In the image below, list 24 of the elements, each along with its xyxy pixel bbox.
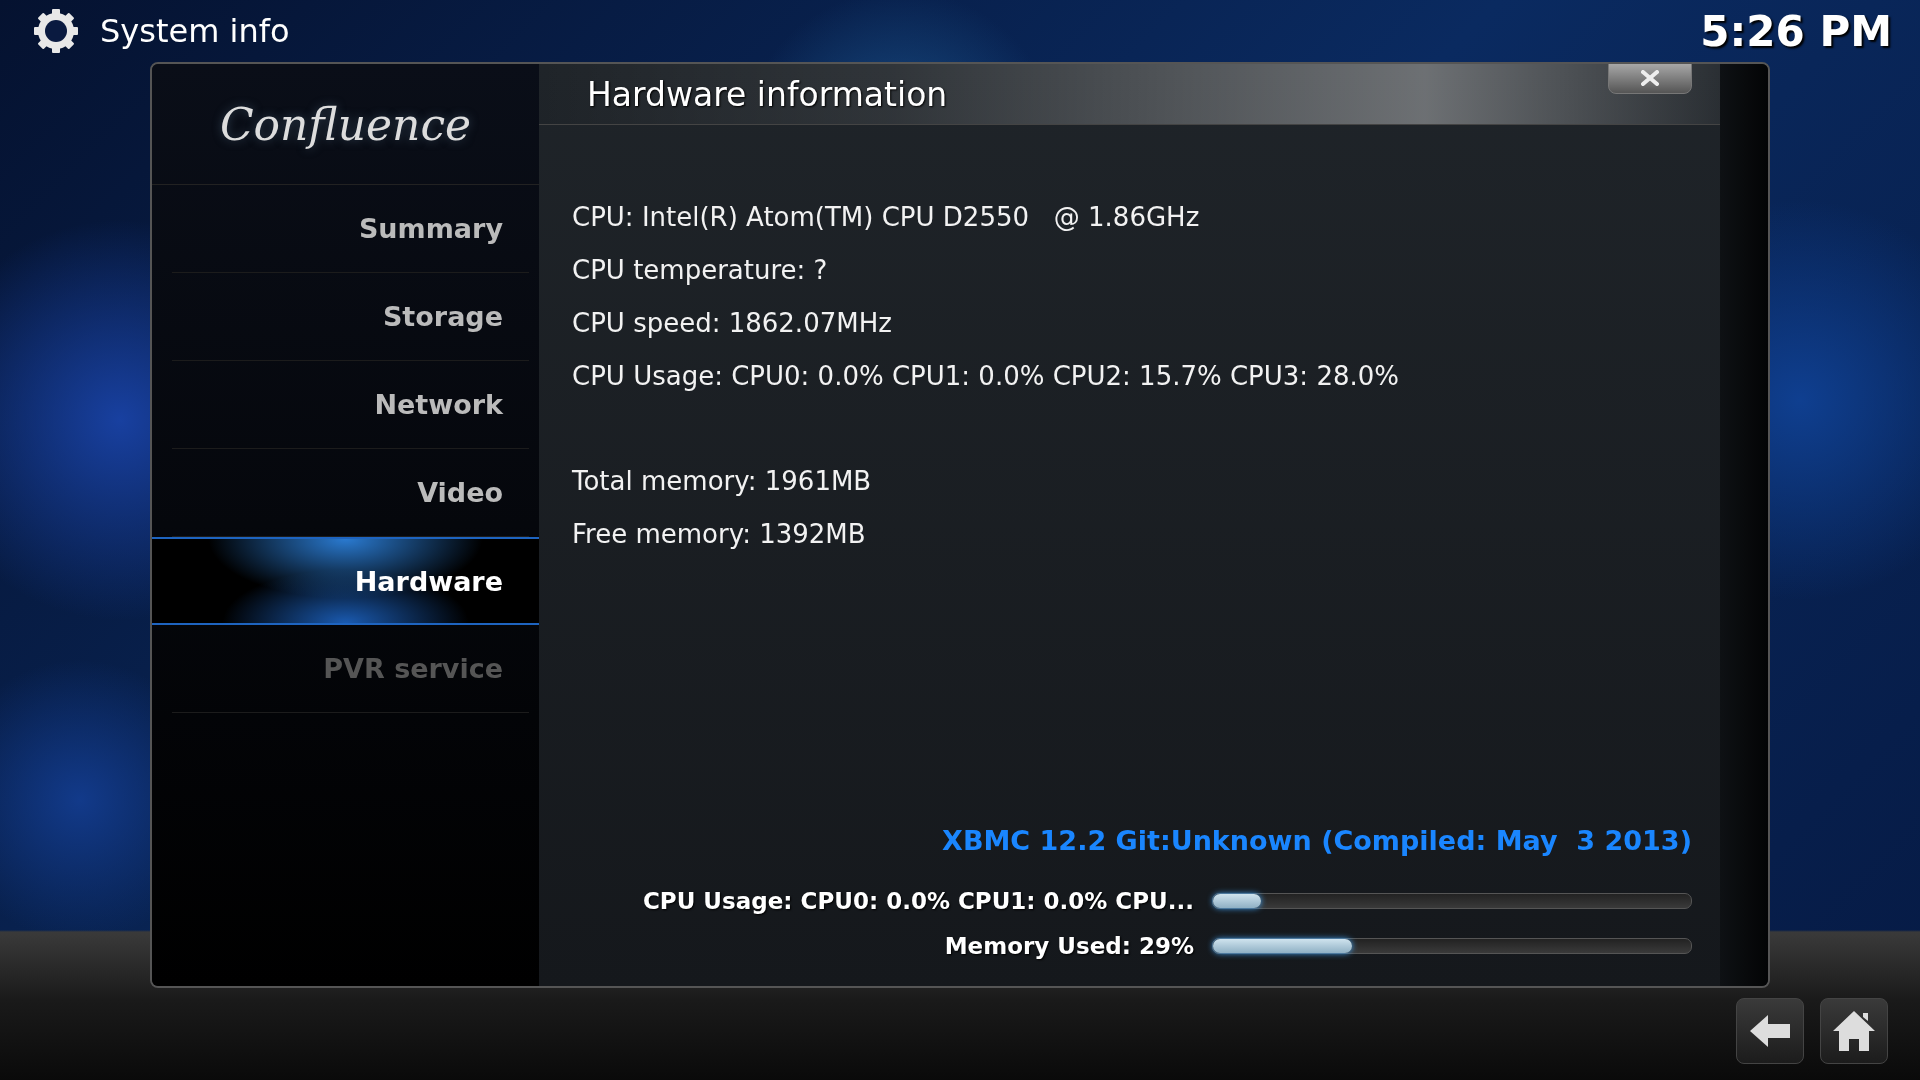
info-line: CPU speed: 1862.07MHz xyxy=(572,307,893,340)
menu-item[interactable]: Summary xyxy=(172,185,529,273)
dialog-title: Hardware information xyxy=(587,74,948,114)
home-button[interactable] xyxy=(1820,998,1888,1064)
close-icon xyxy=(1641,69,1659,86)
meter-label: Memory Used: 29% xyxy=(944,932,1194,959)
info-line: CPU temperature: ? xyxy=(572,254,829,287)
page-title: System info xyxy=(100,12,291,50)
info-line: CPU Usage: CPU0: 0.0% CPU1: 0.0% CPU2: 15.7% CPU3: 28.0% xyxy=(572,360,1400,393)
home-icon xyxy=(1831,1009,1877,1053)
gear-icon xyxy=(32,7,80,55)
back-button[interactable] xyxy=(1736,998,1804,1064)
close-button[interactable] xyxy=(1608,64,1692,94)
meter-label: CPU Usage: CPU0: 0.0% CPU1: 0.0% CPU... xyxy=(642,887,1194,914)
back-arrow-icon xyxy=(1748,1013,1792,1049)
menu-item[interactable]: Storage xyxy=(172,273,529,361)
clock: 5:26 PM xyxy=(1700,6,1892,56)
logo: Confluence xyxy=(219,98,472,150)
info-line: CPU: Intel(R) Atom(TM) CPU D2550 @ 1.86GHz xyxy=(572,201,1201,234)
version-text: XBMC 12.2 Git:Unknown (Compiled: May 3 2013) xyxy=(942,825,1693,856)
info-line: Free memory: 1392MB xyxy=(572,518,867,551)
info-line: Total memory: 1961MB xyxy=(572,465,873,498)
menu-item[interactable]: Network xyxy=(172,361,529,449)
menu-item[interactable]: Hardware xyxy=(152,537,539,625)
